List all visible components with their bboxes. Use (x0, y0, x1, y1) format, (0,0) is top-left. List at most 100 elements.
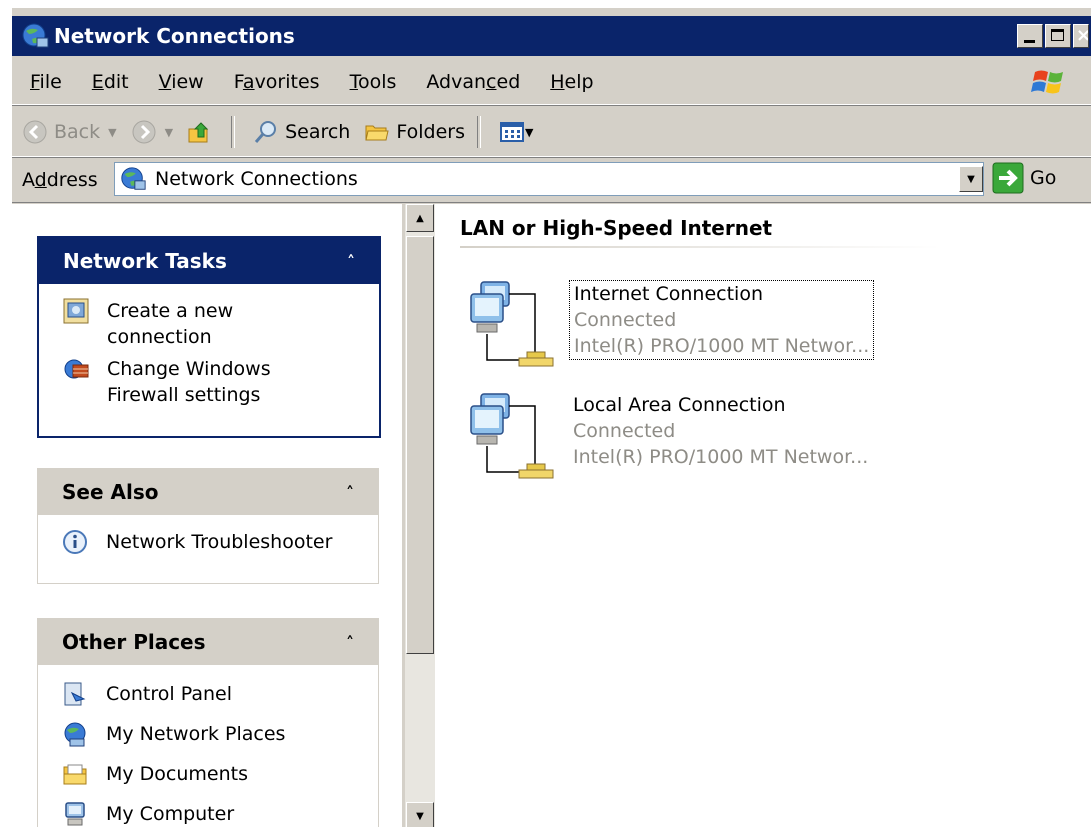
task-label: Create a new (107, 300, 234, 322)
link-my-documents[interactable]: My Documents (62, 761, 366, 787)
collapse-icon[interactable]: ˄ (346, 483, 354, 502)
lan-connection-icon (470, 281, 554, 367)
views-icon (499, 122, 524, 142)
close-button[interactable]: × (1073, 24, 1089, 48)
maximize-button[interactable] (1045, 24, 1071, 48)
panel-title: See Also (62, 480, 159, 504)
collapse-icon[interactable]: ˄ (346, 633, 354, 652)
title-bar[interactable]: Network Connections × (12, 16, 1091, 56)
back-dropdown-icon[interactable]: ▼ (108, 126, 116, 139)
scroll-up-button[interactable]: ▲ (406, 204, 434, 232)
task-pane: Network Tasks ˄ Create a new connection (12, 204, 402, 827)
search-icon (254, 121, 277, 143)
back-button[interactable]: Back ▼ (18, 112, 121, 152)
back-arrow-icon (23, 120, 47, 144)
documents-folder-icon (63, 764, 87, 785)
scroll-thumb[interactable] (406, 236, 434, 654)
group-header: LAN or High-Speed Internet (460, 216, 773, 240)
minimize-icon (1024, 40, 1035, 43)
info-icon (63, 530, 87, 554)
address-value: Network Connections (155, 168, 358, 190)
arrow-down-icon: ▼ (416, 810, 424, 822)
forward-button[interactable]: ▼ (127, 112, 177, 152)
folders-button[interactable]: Folders (360, 112, 469, 152)
address-dropdown-button[interactable]: ▼ (959, 166, 983, 192)
menu-help[interactable]: Help (538, 71, 605, 93)
window-title: Network Connections (54, 24, 295, 48)
firewall-icon (64, 359, 89, 379)
network-tasks-header[interactable]: Network Tasks ˄ (39, 238, 379, 284)
menu-edit[interactable]: Edit (80, 71, 141, 93)
connection-item[interactable]: Internet Connection Connected Intel(R) P… (465, 280, 1025, 380)
address-input[interactable]: Network Connections ▼ (114, 162, 984, 196)
network-tasks-panel: Network Tasks ˄ Create a new connection (37, 236, 381, 438)
arrow-up-icon: ▲ (416, 212, 424, 224)
menu-file[interactable]: File (18, 71, 74, 93)
address-label: Address (22, 169, 98, 191)
network-connections-icon (121, 167, 146, 190)
task-label: Change Windows (107, 358, 271, 380)
menu-view[interactable]: View (147, 71, 216, 93)
task-label: Firewall settings (107, 384, 261, 406)
address-bar: Address Network Connections ▼ Go (12, 158, 1091, 203)
toolbar-separator (476, 116, 481, 148)
connection-name: Internet Connection (574, 283, 763, 305)
lan-connection-icon (470, 393, 554, 479)
close-icon: × (1076, 25, 1088, 46)
see-also-header[interactable]: See Also ˄ (38, 469, 378, 515)
chevron-down-icon: ▼ (967, 173, 975, 185)
scroll-down-button[interactable]: ▼ (406, 802, 434, 827)
link-label: My Network Places (106, 723, 286, 745)
up-folder-button[interactable] (183, 112, 223, 152)
task-firewall-settings[interactable]: Change Windows Firewall settings (63, 356, 367, 408)
connection-device: Intel(R) PRO/1000 MT Networ... (574, 335, 870, 357)
link-label: My Computer (106, 803, 235, 825)
panel-title: Network Tasks (63, 249, 227, 273)
menu-advanced[interactable]: Advanced (414, 71, 532, 93)
views-button[interactable]: ▼ (495, 112, 537, 152)
toolbar-separator (231, 116, 236, 148)
menu-tools[interactable]: Tools (338, 71, 409, 93)
back-label: Back (54, 121, 101, 143)
new-connection-icon (63, 298, 89, 324)
see-also-panel: See Also ˄ Network Troubleshooter (37, 468, 379, 584)
connection-status: Connected (574, 309, 677, 331)
menu-favorites[interactable]: Favorites (222, 71, 332, 93)
folders-label: Folders (396, 121, 465, 143)
minimize-button[interactable] (1017, 24, 1043, 48)
menu-bar: File Edit View Favorites Tools Advanced … (12, 60, 1091, 105)
go-button[interactable]: Go (992, 162, 1056, 194)
views-dropdown-icon[interactable]: ▼ (525, 126, 533, 139)
windows-logo-icon (1031, 70, 1063, 94)
search-button[interactable]: Search (249, 112, 354, 152)
other-places-header[interactable]: Other Places ˄ (38, 619, 378, 665)
link-label: My Documents (106, 763, 249, 785)
computer-icon (65, 802, 85, 826)
go-arrow-icon (992, 162, 1024, 194)
network-places-icon (64, 722, 86, 747)
panel-title: Other Places (62, 630, 206, 654)
task-create-connection[interactable]: Create a new connection (63, 298, 367, 350)
network-connections-icon (22, 23, 49, 48)
control-panel-icon (64, 682, 86, 706)
connection-label: Local Area Connection Connected Intel(R)… (569, 392, 872, 470)
folders-icon (365, 125, 389, 141)
link-control-panel[interactable]: Control Panel (62, 681, 366, 707)
link-my-computer[interactable]: My Computer (62, 801, 366, 827)
task-pane-scrollbar[interactable]: ▲ ▼ (405, 204, 435, 827)
maximize-icon (1051, 29, 1064, 41)
task-label: connection (107, 326, 212, 348)
connection-item[interactable]: Local Area Connection Connected Intel(R)… (465, 392, 1025, 492)
explorer-window: Network Connections × File Edit View Fav… (12, 8, 1091, 827)
connection-label: Internet Connection Connected Intel(R) P… (569, 280, 875, 360)
search-label: Search (285, 121, 351, 143)
go-label: Go (1030, 167, 1057, 189)
link-network-troubleshooter[interactable]: Network Troubleshooter (62, 529, 366, 555)
forward-dropdown-icon[interactable]: ▼ (165, 126, 173, 139)
up-folder-icon (188, 122, 209, 143)
connections-view: LAN or High-Speed Internet Internet Conn… (435, 204, 1091, 827)
window-controls: × (1017, 24, 1089, 48)
link-my-network-places[interactable]: My Network Places (62, 721, 366, 747)
link-label: Network Troubleshooter (106, 531, 333, 553)
collapse-icon[interactable]: ˄ (347, 252, 355, 271)
